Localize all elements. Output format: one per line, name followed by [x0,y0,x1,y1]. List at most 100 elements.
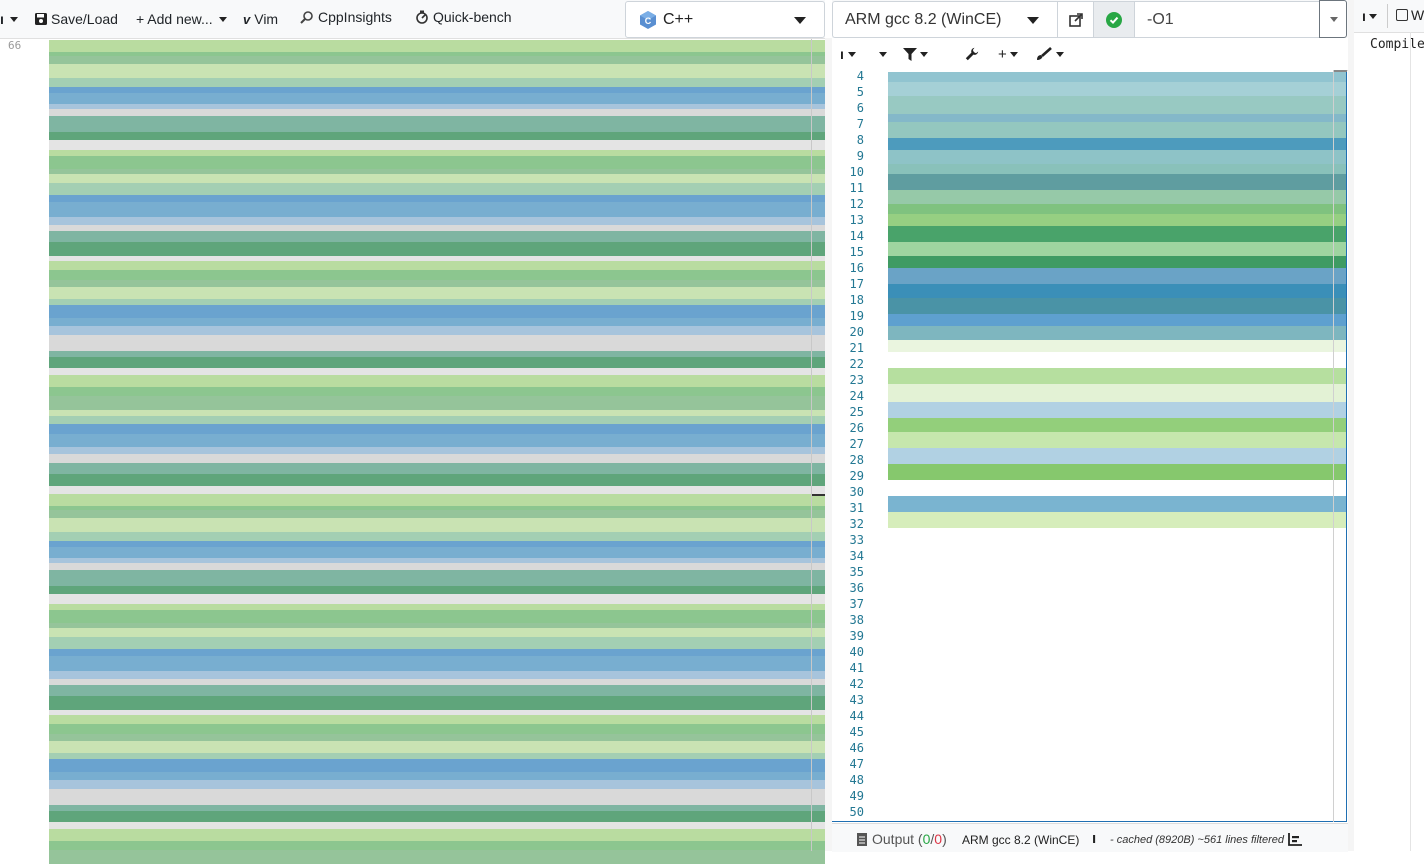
compiler-panes-dropdown[interactable] [877,44,887,64]
highlight-stripe [49,685,825,696]
assembly-line-number: 32 [849,517,864,531]
assembly-line-number: 42 [849,677,864,691]
checkbox-icon [1396,9,1408,21]
tools-dropdown[interactable] [1036,44,1064,64]
assembly-band [888,384,1346,402]
assembly-line-number: 28 [849,453,864,467]
compile-status-indicator[interactable] [1093,1,1135,38]
assembly-line-number: 9 [856,149,864,163]
chevron-down-icon [9,16,18,22]
assembly-band [888,164,1346,174]
add-new-dropdown[interactable]: + Add new... [136,0,227,38]
wrap-checkbox[interactable]: W [1396,7,1424,23]
assembly-band [888,326,1346,340]
pane-divider[interactable] [825,38,832,851]
vim-toggle[interactable]: v Vim [243,0,278,38]
highlight-stripe [49,287,825,299]
chevron-down-icon [1009,51,1018,57]
assembly-band [888,174,1346,190]
assembly-line-number: 12 [849,197,864,211]
right-pane-divider[interactable] [1348,0,1354,851]
bar-chart-icon [1288,833,1302,846]
stopwatch-icon [416,10,428,24]
assembly-line-number: 38 [849,613,864,627]
assembly-band [888,268,1346,284]
assembly-line-number: 39 [849,629,864,643]
highlight-stripe [49,387,825,396]
highlight-stripe [49,594,825,604]
compiler-select[interactable]: ARM gcc 8.2 (WinCE) [832,1,1058,38]
highlight-stripe [49,93,825,104]
right-pane-scrollbar[interactable] [1410,32,1411,851]
quickbench-button[interactable]: Quick-bench [415,0,512,36]
assembly-band [888,418,1346,432]
save-load-button[interactable]: Save/Load [35,0,118,38]
assembly-line-number: 25 [849,405,864,419]
assembly-line-number: 41 [849,661,864,675]
options-dropdown-button[interactable] [1319,0,1347,38]
assembly-line-number: 44 [849,709,864,723]
pane-menu-dropdown[interactable]: ı [0,0,18,38]
chevron-down-icon [847,51,856,57]
highlight-stripe [49,474,825,486]
popout-button[interactable] [1057,1,1094,38]
highlight-stripe [49,242,825,256]
assembly-line-number: 30 [849,485,864,499]
cppinsights-button[interactable]: CppInsights [300,0,392,36]
libraries-button[interactable] [965,44,979,64]
highlight-stripe [49,132,825,140]
assembly-band [888,242,1346,256]
assembly-band [888,480,1346,496]
highlight-stripe [49,656,825,671]
stats-button[interactable] [1288,833,1302,849]
highlight-stripe [49,628,825,637]
assembly-line-number: 17 [849,277,864,291]
highlight-stripe [49,318,825,326]
editor-line-number: 66 [8,39,22,52]
assembly-line-number: 21 [849,341,864,355]
right-pane-menu-dropdown[interactable]: ı [1362,6,1377,26]
assembly-line-number: 46 [849,741,864,755]
highlight-stripe [49,195,825,202]
highlight-stripe [49,822,825,829]
assembly-line-number: 7 [856,117,864,131]
chevron-down-icon [218,16,227,22]
assembly-band [888,82,1346,96]
highlight-stripe [49,261,825,270]
filter-dropdown[interactable] [903,44,928,64]
external-link-icon [1068,12,1083,27]
highlight-stripe [49,649,825,656]
chevron-down-icon [794,17,806,24]
highlight-stripe [49,434,825,447]
assembly-scrollbar[interactable] [1333,70,1334,822]
editor-scrollbar[interactable] [811,38,812,851]
highlight-stripe [49,724,825,734]
highlight-stripe [49,734,825,741]
chevron-down-icon [1056,51,1064,57]
highlight-stripe [49,463,825,474]
add-tool-dropdown[interactable]: + [998,44,1018,64]
assembly-line-number: 45 [849,725,864,739]
assembly-line-number: 11 [849,181,864,195]
assembly-line-number: 5 [856,85,864,99]
assembly-band [888,368,1346,384]
output-button[interactable]: Output ( 0 / 0 ) [857,831,947,847]
highlight-stripe [49,183,825,195]
assembly-line-number: 31 [849,501,864,515]
highlight-stripe [49,140,825,150]
chevron-down-icon [1027,17,1039,24]
highlight-stripe [49,547,825,558]
info-icon[interactable]: ı [1092,830,1096,847]
highlight-stripe [49,64,825,78]
assembly-band [888,138,1346,150]
assembly-line-number: 50 [849,805,864,819]
assembly-line-number: 4 [856,69,864,83]
assembly-band [888,314,1346,326]
compiler-options-input[interactable] [1134,1,1320,38]
assembly-band [888,256,1346,268]
compiler-output-options-dropdown[interactable]: ı [840,44,856,64]
chevron-down-icon [1368,13,1377,19]
assembly-line-number: 24 [849,389,864,403]
language-select[interactable]: C C++ [625,1,825,38]
highlight-stripe [49,570,825,586]
